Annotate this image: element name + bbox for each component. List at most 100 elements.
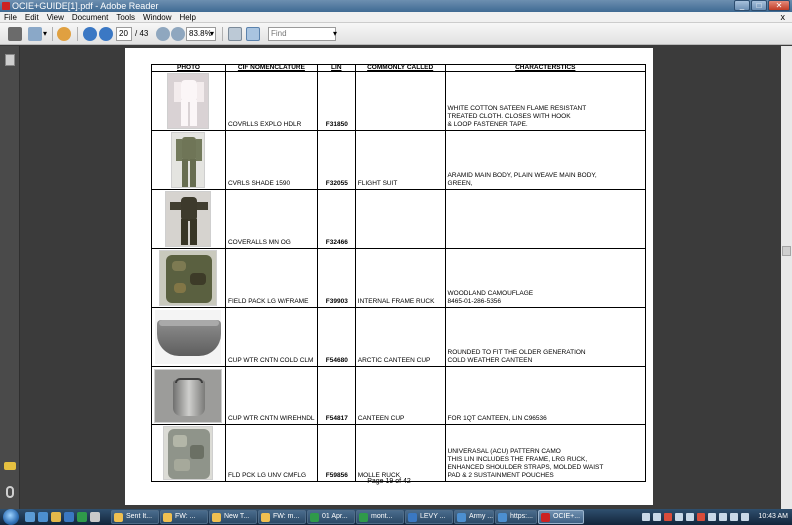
comments-panel-icon[interactable]	[4, 462, 16, 470]
zoom-dropdown-icon[interactable]: ▾	[210, 27, 214, 41]
taskbar-clock[interactable]: 10:43 AM	[758, 509, 788, 525]
tray-icon[interactable]	[653, 513, 661, 521]
lin-cell: F54817	[316, 366, 356, 425]
nomenclature-cell: FLD PCK LG UNV CMFLG	[224, 424, 318, 482]
find-dropdown-icon[interactable]: ▾	[333, 27, 337, 41]
characteristics-text: WOODLAND CAMOUFLAGE 8465-01-286-5356	[447, 290, 534, 305]
nomenclature-cell: CUP WTR CNTN WIREHNDL	[224, 366, 318, 425]
flight-suit-image	[171, 132, 206, 188]
commonly-called-cell: ARCTIC CANTEEN CUP	[354, 307, 446, 367]
table-row: COVRLLS EXPLO HDLR F31850 WHITE COTTON S…	[151, 71, 647, 131]
photo-cell	[151, 366, 226, 425]
collaborate-icon[interactable]	[57, 27, 71, 41]
quick-launch-icon[interactable]	[90, 512, 100, 522]
taskbar-item-active[interactable]: OCIE+...	[538, 510, 584, 524]
tray-icon[interactable]	[697, 513, 705, 521]
zoom-out-icon[interactable]	[156, 27, 170, 41]
network-icon[interactable]	[719, 513, 727, 521]
adobe-reader-icon	[2, 2, 10, 10]
internet-explorer-icon[interactable]	[38, 512, 48, 522]
toolbar-separator	[222, 27, 223, 41]
nomenclature-cell: CUP WTR CNTN COLD CLM	[224, 307, 318, 367]
taskbar-item[interactable]: Army ...	[454, 510, 494, 524]
nomenclature-cell: FIELD PACK LG W/FRAME	[224, 248, 318, 308]
email-dropdown-icon[interactable]: ▾	[43, 27, 47, 41]
title-bar: OCIE+GUIDE[1].pdf - Adobe Reader _ □ ✕	[0, 0, 792, 12]
menu-help[interactable]: Help	[176, 12, 200, 22]
taskbar-item[interactable]: LEVY ...	[405, 510, 453, 524]
page-footer: Page 19 of 42	[367, 478, 411, 485]
show-desktop-icon[interactable]	[25, 512, 35, 522]
molle-ruck-image	[163, 426, 214, 480]
menu-view[interactable]: View	[43, 12, 68, 22]
next-page-icon[interactable]	[99, 27, 113, 41]
taskbar-item[interactable]: https:...	[495, 510, 537, 524]
table-row: CVRLS SHADE 1590 F32055 FLIGHT SUIT ARAM…	[151, 130, 647, 190]
nomenclature-cell: COVERALLS MN OG	[224, 189, 318, 249]
browser-icon	[457, 513, 466, 522]
table-row: FLD PCK LG UNV CMFLG F59856 MOLLE RUCK U…	[151, 424, 647, 482]
white-coveralls-image	[167, 73, 210, 129]
email-icon[interactable]	[28, 27, 42, 41]
characteristics-text: WHITE COTTON SATEEN FLAME RESISTANT TREA…	[447, 105, 587, 128]
lin-cell: F32466	[316, 189, 356, 249]
tray-icon[interactable]	[708, 513, 716, 521]
taskbar-item-label: Sent It...	[126, 513, 153, 520]
outlook-icon[interactable]	[51, 512, 61, 522]
tray-icon[interactable]	[741, 513, 749, 521]
page-number-input[interactable]: 20	[116, 27, 132, 41]
pages-panel-icon[interactable]	[5, 54, 15, 66]
vertical-scrollbar[interactable]	[781, 46, 792, 509]
table-row: CUP WTR CNTN WIREHNDL F54817 CANTEEN CUP…	[151, 366, 647, 425]
tray-icon[interactable]	[664, 513, 672, 521]
og-coveralls-image	[165, 191, 212, 247]
taskbar-item[interactable]: Sent It...	[111, 510, 159, 524]
minimize-button[interactable]: _	[734, 0, 750, 11]
volume-icon[interactable]	[730, 513, 738, 521]
tray-icon[interactable]	[686, 513, 694, 521]
document-close-button[interactable]: x	[777, 12, 790, 23]
taskbar-item-label: Army ...	[469, 513, 494, 520]
nomenclature-cell: COVRLLS EXPLO HDLR	[224, 71, 318, 131]
taskbar-item[interactable]: FW: ...	[160, 510, 208, 524]
lin-cell: F59856	[316, 424, 356, 482]
characteristics-cell: WOODLAND CAMOUFLAGE 8465-01-286-5356	[444, 248, 647, 308]
toolbar-separator	[77, 27, 78, 41]
excel-icon[interactable]	[77, 512, 87, 522]
word-icon[interactable]	[64, 512, 74, 522]
menu-window[interactable]: Window	[139, 12, 175, 22]
header-lin: LIN	[316, 64, 356, 72]
photo-cell	[151, 248, 226, 308]
close-button[interactable]: ✕	[768, 0, 790, 11]
tray-icon[interactable]	[642, 513, 650, 521]
menu-edit[interactable]: Edit	[21, 12, 43, 22]
arctic-canteen-cup-image	[154, 309, 223, 365]
maximize-button[interactable]: □	[751, 0, 767, 11]
menu-document[interactable]: Document	[68, 12, 112, 22]
photo-cell	[151, 130, 226, 190]
print-icon[interactable]	[8, 27, 22, 41]
menu-tools[interactable]: Tools	[112, 12, 139, 22]
zoom-in-icon[interactable]	[171, 27, 185, 41]
taskbar-item[interactable]: mont...	[356, 510, 404, 524]
start-button[interactable]	[3, 509, 19, 525]
characteristics-cell: FOR 1QT CANTEEN, LIN C96536	[444, 366, 647, 425]
menu-file[interactable]: File	[0, 12, 21, 22]
previous-page-icon[interactable]	[83, 27, 97, 41]
taskbar-item[interactable]: 01 Apr...	[307, 510, 355, 524]
excel-file-icon	[310, 513, 319, 522]
fit-width-icon[interactable]	[246, 27, 260, 41]
taskbar-item[interactable]: FW: m...	[258, 510, 306, 524]
taskbar-item[interactable]: New T...	[209, 510, 257, 524]
tray-icon[interactable]	[675, 513, 683, 521]
attachments-panel-icon[interactable]	[6, 486, 14, 498]
fit-page-icon[interactable]	[228, 27, 242, 41]
scrollbar-thumb[interactable]	[782, 246, 791, 256]
taskbar-item-label: https:...	[510, 513, 533, 520]
canteen-cup-image	[154, 368, 223, 423]
commonly-called-cell	[354, 71, 446, 131]
find-input[interactable]: Find	[268, 27, 336, 41]
outlook-mail-icon	[212, 513, 221, 522]
characteristics-text: ARAMID MAIN BODY, PLAIN WEAVE MAIN BODY,…	[447, 172, 597, 187]
table-row: FIELD PACK LG W/FRAME F39903 INTERNAL FR…	[151, 248, 647, 308]
